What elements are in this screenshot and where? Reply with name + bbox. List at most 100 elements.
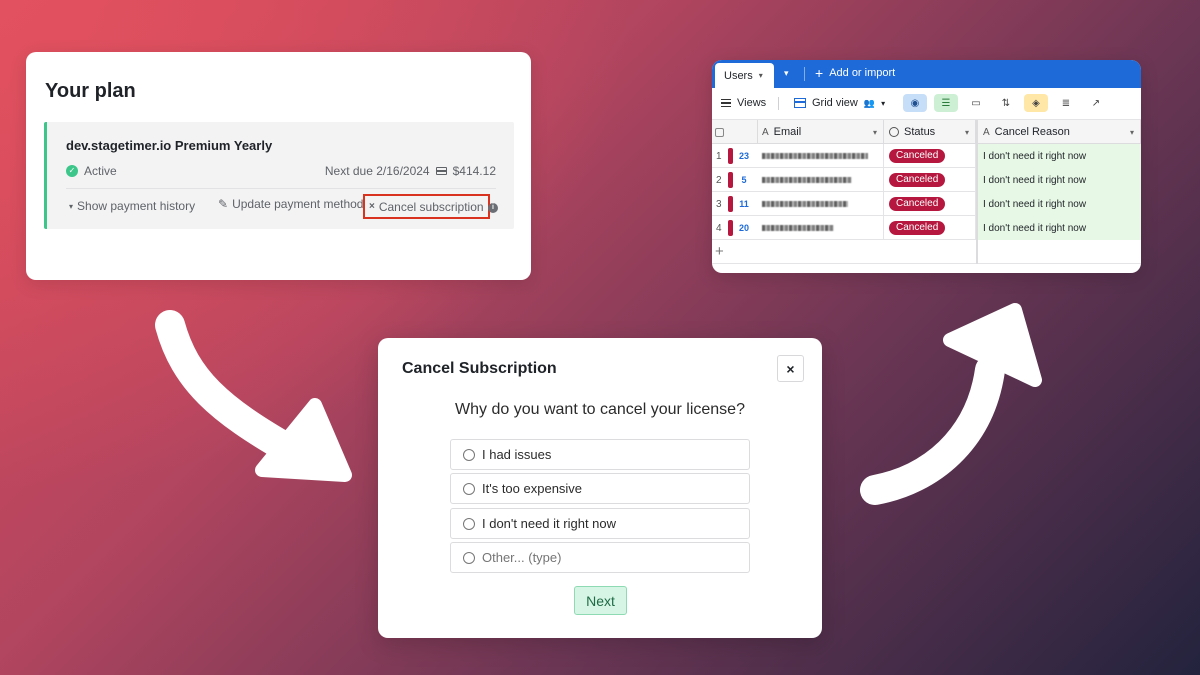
table-tabs-bar: Users ▾ ▾ + Add or import xyxy=(712,60,1141,88)
single-select-icon xyxy=(889,127,899,137)
email-cell[interactable] xyxy=(758,168,884,192)
status-label: Active xyxy=(84,164,117,178)
plan-actions: ▾ Show payment history ✎ Update payment … xyxy=(66,192,498,222)
redacted-email xyxy=(762,201,848,207)
status-badge: Canceled xyxy=(889,173,946,187)
group-icon: ▭ xyxy=(971,97,981,109)
status-badge: Canceled xyxy=(889,197,946,211)
share-view-button[interactable]: ↗ xyxy=(1084,94,1108,112)
table-row[interactable]: 3 11 Canceled I don't need it right now xyxy=(712,192,1141,216)
sort-button[interactable]: ⇅ xyxy=(994,94,1018,112)
next-due-label: Next due 2/16/2024 xyxy=(324,164,430,178)
plan-details: dev.stagetimer.io Premium Yearly ✓ Activ… xyxy=(44,122,514,229)
plan-status: ✓ Active xyxy=(66,164,117,178)
email-cell[interactable] xyxy=(758,192,884,216)
radio-button[interactable] xyxy=(463,551,475,564)
plus-icon: + xyxy=(715,243,724,260)
divider xyxy=(976,240,978,264)
option-dont-need[interactable]: I don't need it right now xyxy=(450,508,750,539)
text-field-icon: A xyxy=(983,126,990,138)
plan-name: dev.stagetimer.io Premium Yearly xyxy=(66,138,273,153)
option-label: It's too expensive xyxy=(482,481,583,496)
table-header: A Email ▾ Status ▾ A Cancel Reason ▾ xyxy=(712,120,1141,144)
table-row[interactable]: 1 23 Canceled I don't need it right now xyxy=(712,144,1141,168)
row-number: 3 xyxy=(716,199,722,210)
row-id: 20 xyxy=(738,223,749,233)
select-all-checkbox[interactable] xyxy=(715,127,724,137)
row-number: 4 xyxy=(716,223,722,234)
reason-cell[interactable]: I don't need it right now xyxy=(976,216,1141,240)
option-other[interactable]: Other... (type) xyxy=(450,542,750,573)
group-button[interactable]: ▭ xyxy=(964,94,988,112)
column-cancel-reason[interactable]: A Cancel Reason ▾ xyxy=(976,120,1141,144)
plus-icon: + xyxy=(815,65,824,81)
status-cell[interactable]: Canceled xyxy=(884,216,976,240)
add-or-import-button[interactable]: + Add or import xyxy=(815,65,896,81)
option-had-issues[interactable]: I had issues xyxy=(450,439,750,470)
radio-button[interactable] xyxy=(463,482,475,495)
row-height-button[interactable]: ≣ xyxy=(1054,94,1078,112)
grid-view-selector[interactable]: Grid view 👥 ▾ xyxy=(794,97,885,109)
grid-view-label: Grid view xyxy=(812,97,858,109)
x-icon: × xyxy=(369,201,375,212)
reason-cell[interactable]: I don't need it right now xyxy=(976,192,1141,216)
redacted-email xyxy=(762,177,852,183)
reason-cell[interactable]: I don't need it right now xyxy=(976,144,1141,168)
column-status[interactable]: Status ▾ xyxy=(884,120,976,144)
hide-fields-button[interactable]: ◉ xyxy=(903,94,927,112)
tables-dropdown-icon[interactable]: ▾ xyxy=(784,68,789,79)
views-label: Views xyxy=(737,97,767,109)
table-row[interactable]: 4 20 Canceled I don't need it right now xyxy=(712,216,1141,240)
divider xyxy=(804,67,805,81)
info-icon[interactable]: i xyxy=(488,203,498,213)
status-badge: Canceled xyxy=(889,221,946,235)
row-height-icon: ≣ xyxy=(1061,97,1071,109)
share-icon: ↗ xyxy=(1091,97,1101,109)
column-email[interactable]: A Email ▾ xyxy=(758,120,884,144)
status-cell[interactable]: Canceled xyxy=(884,144,976,168)
cancel-subscription-button[interactable]: × Cancel subscription xyxy=(363,194,490,219)
row-color-tag xyxy=(728,172,733,188)
update-label: Update payment method xyxy=(232,197,364,211)
row-id: 5 xyxy=(741,175,747,185)
add-import-label: Add or import xyxy=(829,67,896,79)
paint-bucket-icon: ◈ xyxy=(1032,97,1040,109)
option-too-expensive[interactable]: It's too expensive xyxy=(450,473,750,504)
chevron-down-icon[interactable]: ▾ xyxy=(873,128,877,137)
color-button[interactable]: ◈ xyxy=(1024,94,1048,112)
next-button[interactable]: Next xyxy=(574,586,627,615)
collaborators-icon: 👥 xyxy=(863,97,876,108)
chevron-down-icon[interactable]: ▾ xyxy=(965,128,969,137)
close-button[interactable]: × xyxy=(777,355,804,382)
show-payment-history-button[interactable]: ▾ Show payment history xyxy=(69,199,195,213)
add-row-button[interactable]: + xyxy=(712,240,1141,264)
filter-button[interactable]: ☰ xyxy=(934,94,958,112)
redacted-email xyxy=(762,153,868,159)
chevron-down-icon: ▾ xyxy=(758,71,763,80)
status-cell[interactable]: Canceled xyxy=(884,192,976,216)
status-cell[interactable]: Canceled xyxy=(884,168,976,192)
chevron-down-icon: ▾ xyxy=(881,98,886,108)
table-row[interactable]: 2 5 Canceled I don't need it right now xyxy=(712,168,1141,192)
update-payment-method-button[interactable]: ✎ Update payment method xyxy=(218,197,363,211)
column-reason-label: Cancel Reason xyxy=(994,126,1070,138)
views-button[interactable]: Views xyxy=(721,97,766,109)
reason-cell[interactable]: I don't need it right now xyxy=(976,168,1141,192)
row-color-tag xyxy=(728,220,733,236)
radio-button[interactable] xyxy=(463,517,475,530)
email-cell[interactable] xyxy=(758,144,884,168)
email-cell[interactable] xyxy=(758,216,884,240)
chevron-down-icon[interactable]: ▾ xyxy=(1130,128,1134,137)
status-badge: Canceled xyxy=(889,149,946,163)
table-body: 1 23 Canceled I don't need it right now … xyxy=(712,144,1141,264)
history-label: Show payment history xyxy=(77,199,196,213)
text-field-icon: A xyxy=(762,126,769,138)
radio-button[interactable] xyxy=(463,448,475,461)
row-number: 1 xyxy=(716,151,722,162)
check-icon: ✓ xyxy=(66,165,78,177)
option-label: I had issues xyxy=(482,447,552,462)
row-id: 23 xyxy=(738,151,749,161)
cancel-question: Why do you want to cancel your license? xyxy=(455,401,745,418)
tab-users[interactable]: Users ▾ xyxy=(715,63,774,88)
select-all-cell[interactable] xyxy=(712,120,758,144)
